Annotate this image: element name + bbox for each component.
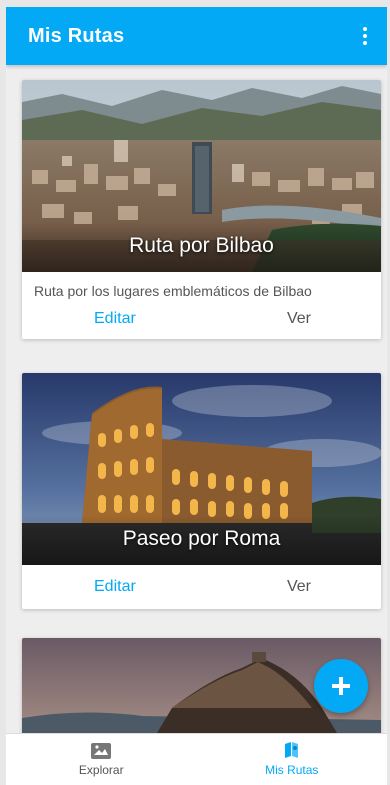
tab-mis-rutas[interactable]: Mis Rutas [197, 734, 388, 785]
explore-map-icon [91, 743, 112, 759]
card-actions: Editar Ver [22, 565, 381, 609]
card-actions: Editar Ver [22, 299, 381, 339]
more-vert-icon[interactable] [355, 21, 375, 51]
route-title: Ruta por Bilbao [22, 222, 381, 272]
route-card-roma[interactable]: Paseo por Roma Editar Ver [22, 373, 381, 609]
bottom-navigation: Explorar Mis Rutas [6, 733, 387, 785]
view-button[interactable]: Ver [287, 578, 311, 596]
route-description: Ruta por los lugares emblemáticos de Bil… [34, 283, 312, 299]
my-routes-icon [284, 742, 298, 758]
add-route-button[interactable] [314, 659, 368, 713]
tab-label: Mis Rutas [265, 763, 319, 777]
tab-explorar[interactable]: Explorar [6, 734, 197, 785]
edit-button[interactable]: Editar [94, 578, 136, 596]
route-image-roma[interactable]: Paseo por Roma [22, 373, 381, 565]
app-bar: Mis Rutas [6, 7, 387, 65]
page-title: Mis Rutas [28, 24, 125, 47]
plus-icon [332, 677, 350, 695]
routes-list[interactable]: Ruta por Bilbao Ruta por los lugares emb… [6, 65, 387, 733]
edit-button[interactable]: Editar [94, 310, 136, 328]
route-card-bilbao[interactable]: Ruta por Bilbao Ruta por los lugares emb… [22, 80, 381, 339]
route-title: Paseo por Roma [22, 515, 381, 565]
view-button[interactable]: Ver [287, 310, 311, 328]
app-screen: Mis Rutas Ruta por Bilbao Ruta por los l… [6, 7, 387, 785]
tab-label: Explorar [78, 763, 124, 777]
route-image-bilbao[interactable]: Ruta por Bilbao [22, 80, 381, 272]
